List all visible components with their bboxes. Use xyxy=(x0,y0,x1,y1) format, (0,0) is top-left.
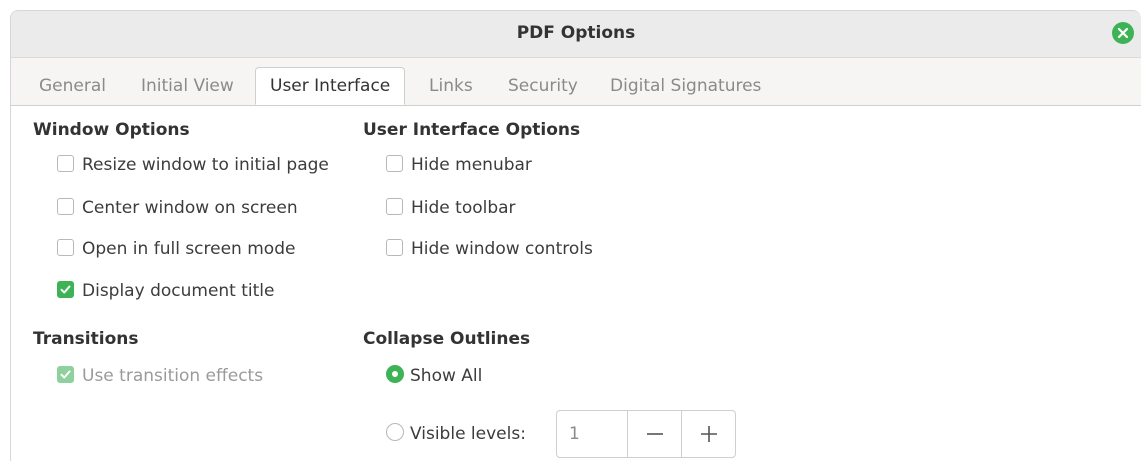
hide-toolbar-label: Hide toolbar xyxy=(411,198,516,218)
use-transition-effects-label: Use transition effects xyxy=(82,366,264,386)
center-window-checkbox[interactable] xyxy=(57,197,74,215)
display-title-label: Display document title xyxy=(82,281,275,301)
close-button[interactable] xyxy=(1112,22,1134,44)
checkmark-icon xyxy=(60,370,71,378)
visible-levels-label: Visible levels: xyxy=(410,424,526,444)
tab-security[interactable]: Security xyxy=(494,68,592,104)
increment-button[interactable] xyxy=(681,411,736,457)
hide-menubar-label: Hide menubar xyxy=(411,155,532,175)
use-transition-effects-option: Use transition effects xyxy=(57,365,263,387)
transitions-heading: Transitions xyxy=(33,329,139,349)
dialog-title: PDF Options xyxy=(516,23,636,43)
decrement-button[interactable] xyxy=(627,411,682,457)
plus-icon xyxy=(701,426,717,442)
hide-menubar-checkbox[interactable] xyxy=(386,154,403,172)
hide-window-controls-checkbox[interactable] xyxy=(386,238,403,256)
minus-icon xyxy=(647,433,663,435)
use-transition-effects-checkbox xyxy=(57,365,74,383)
tab-user-interface[interactable]: User Interface xyxy=(255,67,406,105)
resize-window-label: Resize window to initial page xyxy=(82,155,329,175)
collapse-outlines-heading: Collapse Outlines xyxy=(363,329,531,349)
full-screen-label: Open in full screen mode xyxy=(82,239,296,259)
window-options-heading: Window Options xyxy=(33,120,190,140)
center-window-option[interactable]: Center window on screen xyxy=(57,197,298,219)
hide-window-controls-option[interactable]: Hide window controls xyxy=(386,238,593,260)
show-all-radio[interactable] xyxy=(386,365,404,383)
display-title-option[interactable]: Display document title xyxy=(57,280,274,302)
visible-levels-spinbox[interactable]: 1 xyxy=(556,410,736,458)
title-bar: PDF Options xyxy=(11,11,1141,58)
pdf-options-dialog: PDF Options General Initial View User In… xyxy=(10,10,1141,461)
full-screen-option[interactable]: Open in full screen mode xyxy=(57,238,295,260)
full-screen-checkbox[interactable] xyxy=(57,238,74,256)
tab-initial-view[interactable]: Initial View xyxy=(127,68,248,104)
center-window-label: Center window on screen xyxy=(82,198,298,218)
visible-levels-option[interactable]: Visible levels: xyxy=(386,423,526,445)
tab-bar: General Initial View User Interface Link… xyxy=(11,67,1141,106)
tab-links[interactable]: Links xyxy=(415,68,487,104)
tab-content: Window Options Resize window to initial … xyxy=(11,106,1141,461)
resize-window-option[interactable]: Resize window to initial page xyxy=(57,154,329,176)
close-icon xyxy=(1117,27,1129,39)
hide-toolbar-checkbox[interactable] xyxy=(386,197,403,215)
ui-options-heading: User Interface Options xyxy=(363,120,581,140)
hide-toolbar-option[interactable]: Hide toolbar xyxy=(386,197,516,219)
show-all-label: Show All xyxy=(410,366,483,386)
visible-levels-value[interactable]: 1 xyxy=(569,424,580,444)
tab-digital-signatures[interactable]: Digital Signatures xyxy=(596,68,775,104)
display-title-checkbox[interactable] xyxy=(57,280,74,298)
show-all-option[interactable]: Show All xyxy=(386,365,482,387)
checkmark-icon xyxy=(60,285,71,293)
resize-window-checkbox[interactable] xyxy=(57,154,74,172)
hide-menubar-option[interactable]: Hide menubar xyxy=(386,154,532,176)
tab-general[interactable]: General xyxy=(25,68,120,104)
visible-levels-radio[interactable] xyxy=(386,423,404,441)
hide-window-controls-label: Hide window controls xyxy=(411,239,593,259)
